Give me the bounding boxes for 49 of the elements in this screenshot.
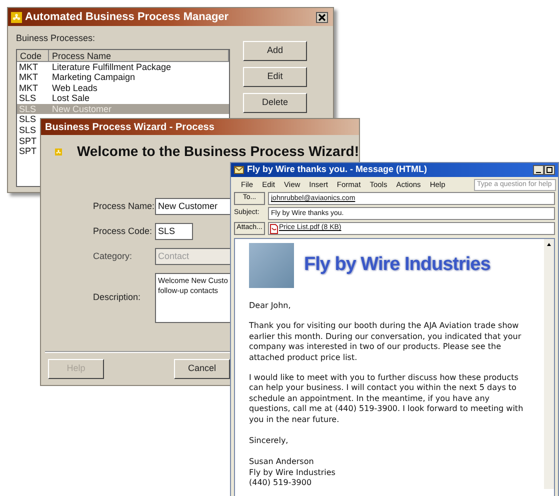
manager-button[interactable]: Edit: [243, 67, 307, 87]
window-controls-icon[interactable]: [533, 165, 555, 175]
company-logo-text: Fly by Wire Industries: [304, 253, 490, 278]
field-label: Category:: [93, 250, 134, 263]
input-field[interactable]: SLS: [155, 223, 193, 240]
list-row[interactable]: SLS Lost Sale: [17, 93, 229, 104]
column-header[interactable]: Code: [17, 50, 49, 60]
code-cell-text: MKT: [18, 82, 39, 94]
list-row[interactable]: MKT Web Leads: [17, 82, 229, 94]
list-row[interactable]: SLS: [17, 114, 40, 126]
name-cell-text: Marketing Campaign: [51, 72, 136, 83]
body-paragraph: I would like to meet with you to further discuss how these products can help your business. I will contact you within the next 5 days to schedule an appointment. In the meantime, if you have any questions, call me at (440) 519-3900. I look forward to meeting with you in the near future.: [249, 373, 524, 426]
list-row[interactable]: SPT: [17, 136, 40, 146]
airplane-photo-placeholder: [249, 243, 294, 288]
window-title: Business Process Wizard - Process: [45, 120, 214, 134]
signature-line: (440) 519-3900: [249, 478, 313, 489]
close-icon[interactable]: [316, 12, 328, 22]
flower-logo-icon: [11, 12, 22, 22]
list-row[interactable]: MKT Literature Fulfillment Package: [17, 62, 229, 72]
field-label: Description:: [93, 291, 142, 304]
name-cell-text: New Customer: [51, 104, 113, 114]
scrollbar-drawing[interactable]: [544, 239, 554, 489]
window-title: Automated Business Process Manager: [25, 10, 229, 25]
closing-text: Sincerely,: [249, 436, 290, 446]
input-field[interactable]: New Customer: [155, 198, 231, 215]
code-cell-text: MKT: [18, 72, 39, 83]
body-paragraph: Thank you for visiting our booth during the AJA Aviation trade show earlier this month. During our conversation, you indicated that your company was interested in two of our products. Please see the attached product price list.: [249, 321, 522, 364]
signature-line: Susan Anderson: [249, 457, 315, 468]
name-cell-text: Web Leads: [51, 82, 98, 94]
wizard-heading: Welcome to the Business Process Wizard!: [76, 142, 359, 161]
code-cell-text: MKT: [18, 62, 39, 72]
list-row[interactable]: SLS: [17, 125, 40, 136]
code-cell-text: SLS: [18, 104, 38, 114]
signature-line: Fly by Wire Industries: [249, 468, 336, 478]
manager-button[interactable]: Add: [243, 41, 307, 61]
list-label: Buiness Processes:: [16, 32, 96, 45]
window-title: Fly by Wire thanks you. - Message (HTML): [247, 163, 427, 176]
field-label: Process Code:: [93, 224, 154, 238]
greeting-text: Dear John,: [249, 301, 292, 312]
name-cell-text: Literature Fulfillment Package: [51, 62, 172, 72]
code-cell-text: SLS: [18, 93, 38, 104]
list-row[interactable]: SPT: [17, 146, 40, 157]
wizard-button[interactable]: Cancel: [174, 359, 230, 379]
list-row[interactable]: MKT Marketing Campaign: [17, 72, 229, 83]
column-header[interactable]: Process Name: [49, 50, 229, 60]
name-cell-text: Lost Sale: [51, 93, 91, 104]
field-label: Process Name:: [93, 200, 155, 213]
envelope-icon: [234, 166, 244, 174]
manager-button[interactable]: Delete: [243, 93, 307, 113]
